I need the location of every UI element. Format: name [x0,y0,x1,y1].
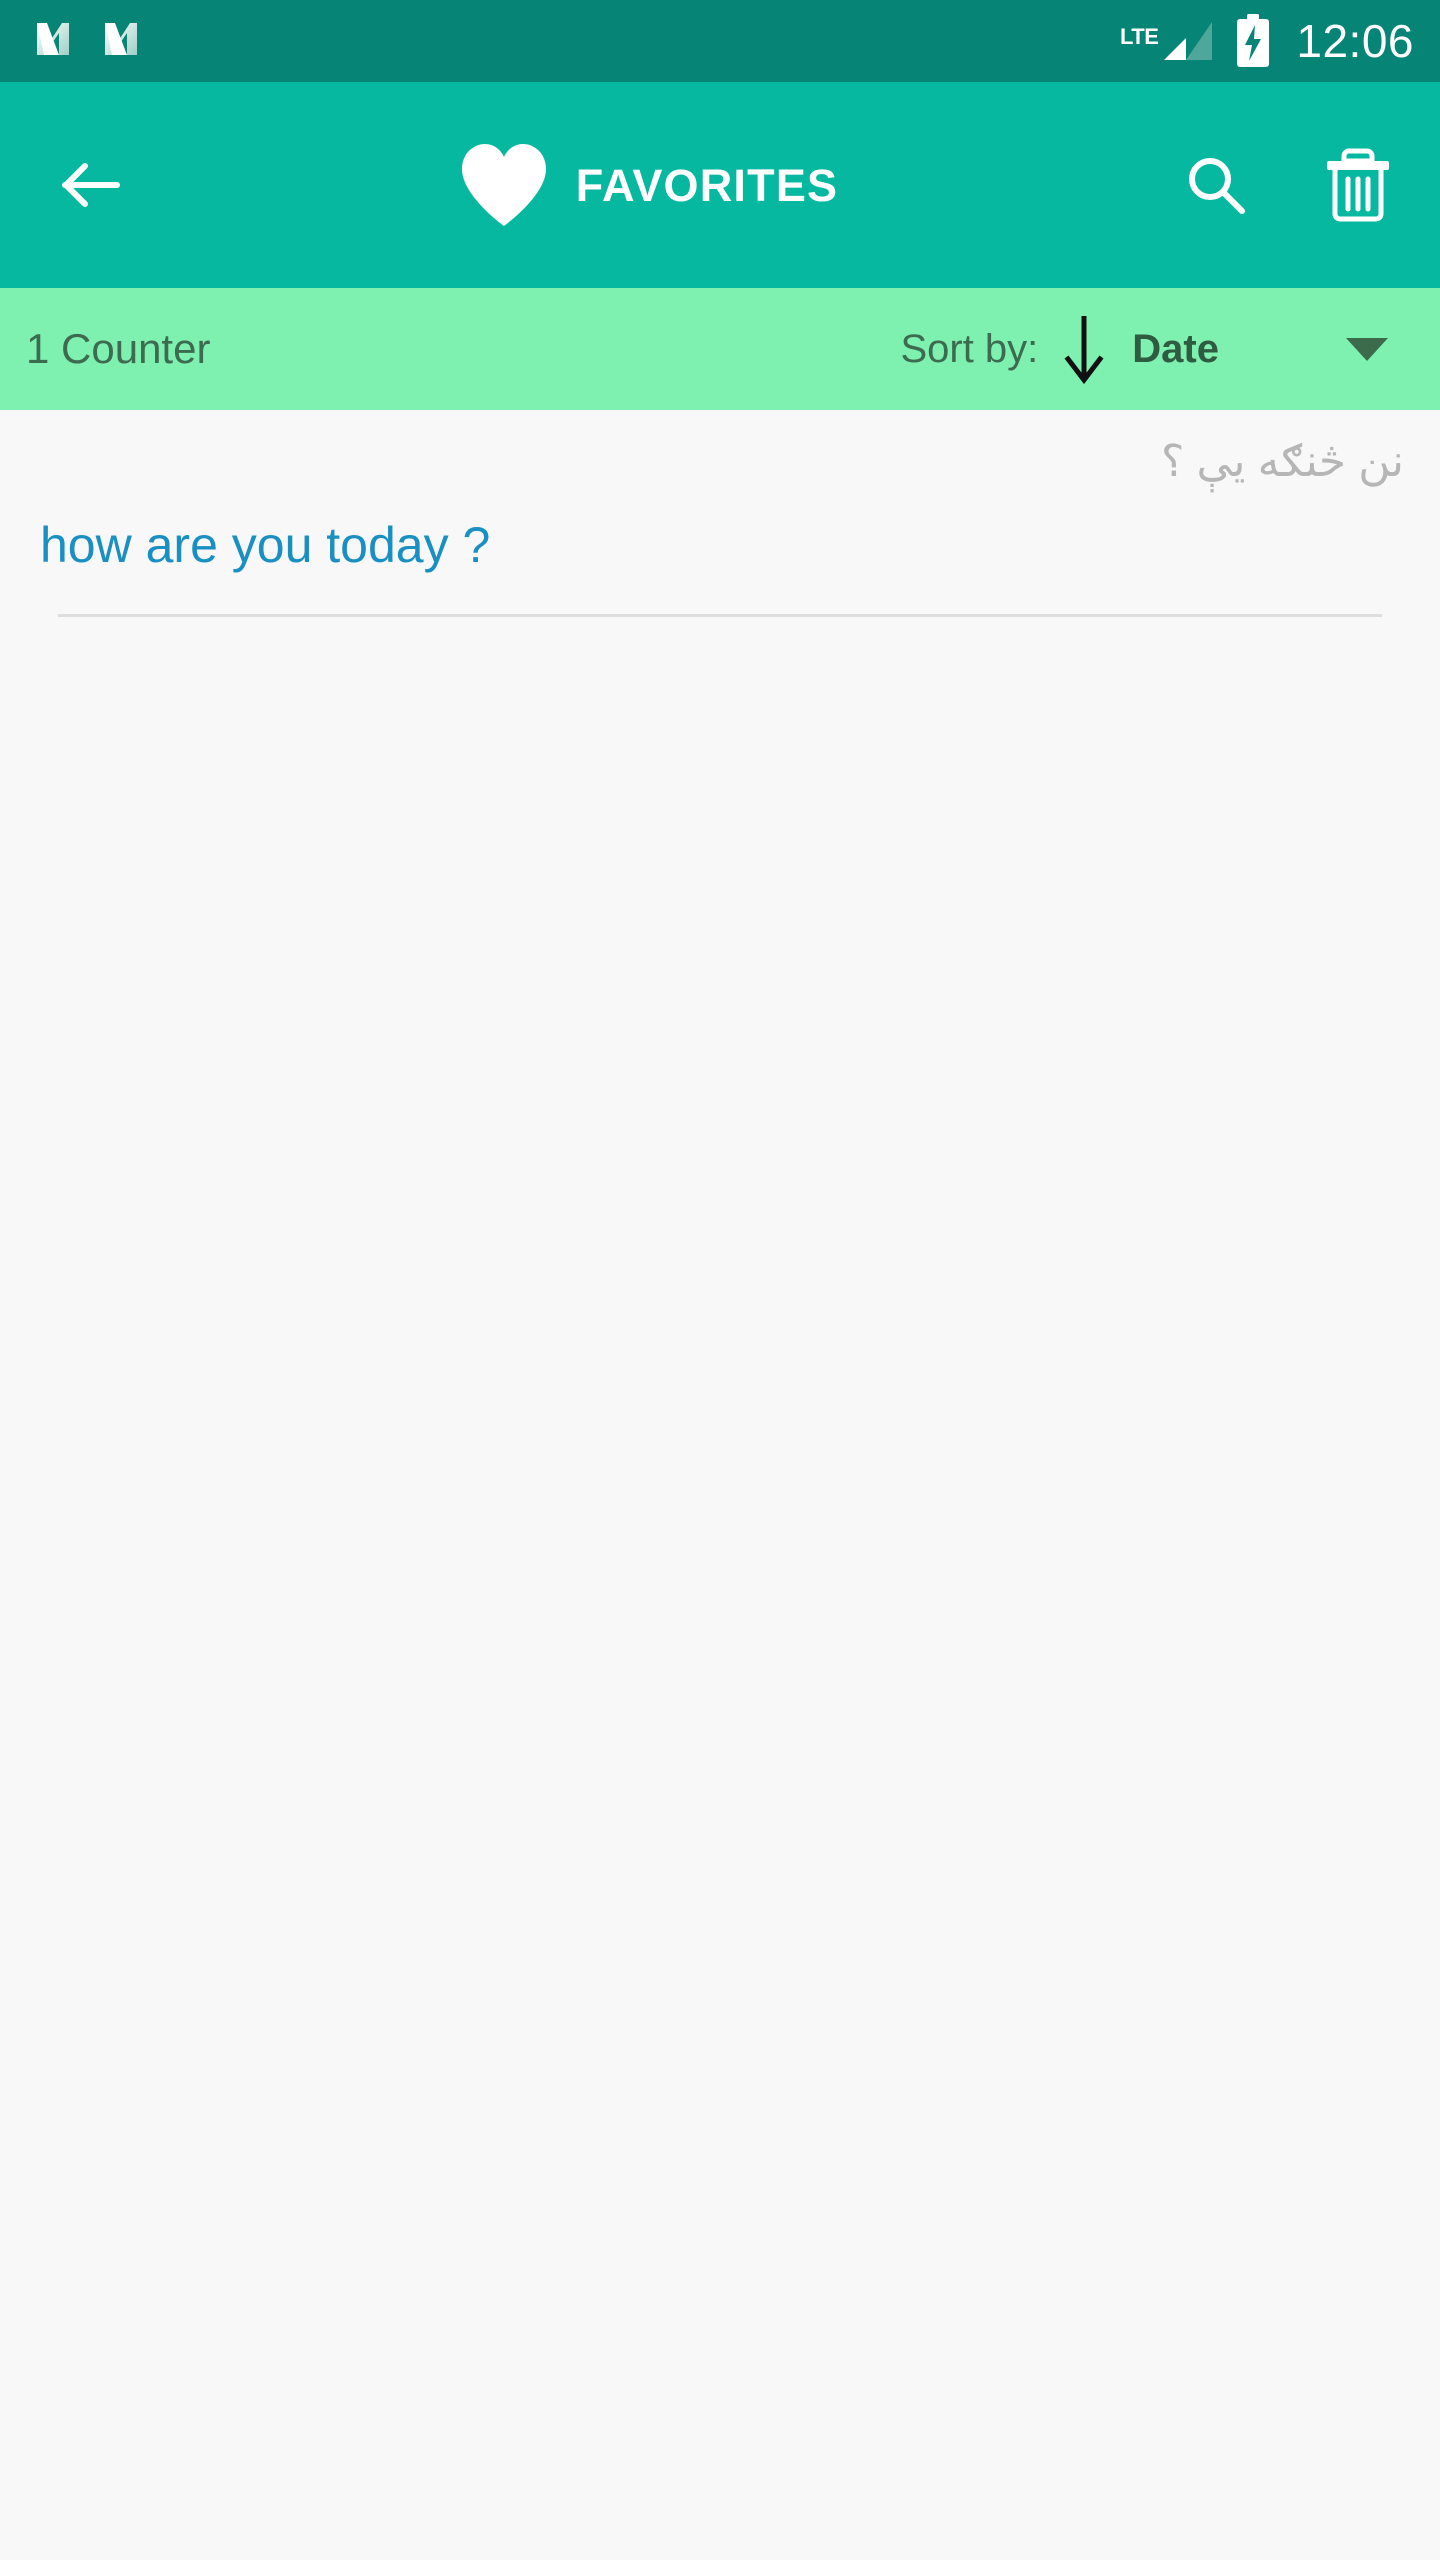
sort-controls[interactable]: Sort by: Date [900,312,1390,386]
arrow-down-icon[interactable] [1062,312,1106,386]
phrase-native-text: نن څنګه يې ؟ [1160,437,1404,486]
sort-by-label: Sort by: [900,327,1039,371]
app-bar-title-group: FAVORITES [128,142,1168,228]
triangle-down-icon[interactable] [1344,334,1390,364]
search-button[interactable] [1168,137,1264,233]
search-icon [1189,158,1245,214]
page-title: FAVORITES [575,159,839,211]
battery-charging-icon [1237,14,1270,67]
android-nougat-icon [30,16,76,67]
heart-filled-icon [461,144,546,226]
arrow-left-icon [62,163,120,207]
status-bar-clock: 12:06 [1296,15,1414,67]
list-item-divider [58,614,1382,618]
back-button[interactable] [42,137,138,233]
delete-button[interactable] [1310,137,1406,233]
network-type-label: LTE [1119,24,1159,49]
sort-value-label[interactable]: Date [1132,329,1219,369]
phrase-translation-text: how are you today ? [40,517,491,574]
list-item[interactable]: نن څنګه يې ؟ how are you today ? [0,432,1440,618]
status-bar-notifications [30,16,144,67]
signal-bars-icon: LTE [1116,18,1216,64]
app-bar-actions [1168,137,1406,233]
trash-icon [1327,148,1389,222]
favorites-list: نن څنګه يې ؟ how are you today ? [0,410,1440,2560]
app-bar: FAVORITES [0,82,1440,288]
items-counter: 1 Counter [26,325,211,372]
status-bar: LTE 12:06 [0,0,1440,82]
sort-bar: 1 Counter Sort by: Date [0,288,1440,410]
android-nougat-icon [98,16,144,67]
status-bar-indicators: LTE 12:06 [1116,14,1414,68]
